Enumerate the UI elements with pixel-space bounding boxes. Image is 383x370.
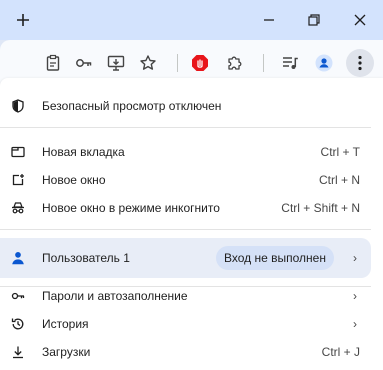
chevron-right-icon: ›: [353, 251, 357, 265]
minimize-icon: [264, 19, 274, 21]
install-app-icon: [107, 55, 125, 71]
chrome-main-menu: Безопасный просмотр отключен Новая вклад…: [0, 78, 383, 370]
menu-item-shortcut: Ctrl + J: [321, 345, 360, 359]
menu-divider: [0, 229, 371, 230]
extensions-puzzle-icon: [228, 56, 242, 70]
menu-item-label: История: [42, 317, 89, 331]
profile-avatar-icon: [315, 54, 333, 72]
toolbar-divider: [263, 54, 264, 72]
bookmark-button[interactable]: [134, 49, 162, 77]
install-app-button[interactable]: [102, 49, 130, 77]
menu-divider: [0, 127, 371, 128]
plus-icon: [17, 14, 29, 26]
menu-item-shortcut: Ctrl + T: [320, 145, 360, 159]
restore-button[interactable]: [296, 4, 332, 36]
menu-item-label: Новое окно в режиме инкогнито: [42, 201, 220, 215]
shield-icon: [10, 98, 26, 114]
media-queue-icon: [283, 57, 298, 69]
menu-item-new-tab[interactable]: Новая вкладка Ctrl + T: [0, 138, 371, 166]
menu-item-label: Пароли и автозаполнение: [42, 289, 188, 303]
menu-item-history[interactable]: История ›: [0, 310, 371, 338]
person-icon: [9, 249, 27, 267]
restore-icon: [308, 14, 320, 26]
media-queue-button[interactable]: [276, 49, 304, 77]
clipboard-icon: [46, 54, 60, 71]
bookmark-star-icon: [140, 55, 156, 70]
history-icon: [10, 316, 26, 332]
sign-in-status-badge[interactable]: Вход не выполнен: [216, 246, 334, 270]
chevron-right-icon: ›: [353, 289, 357, 303]
toolbar-divider: [177, 54, 178, 72]
new-tab-button[interactable]: [5, 4, 41, 36]
clipboard-button[interactable]: [39, 49, 67, 77]
minimize-button[interactable]: [251, 4, 287, 36]
adblock-extension-button[interactable]: [186, 49, 214, 77]
key-icon: [76, 59, 92, 67]
key-icon: [10, 288, 26, 304]
menu-item-downloads[interactable]: Загрузки Ctrl + J: [0, 338, 371, 366]
close-button[interactable]: [342, 4, 378, 36]
extensions-button[interactable]: [221, 49, 249, 77]
chrome-menu-button[interactable]: [346, 49, 374, 77]
adblock-extension-icon: [192, 55, 208, 71]
download-icon: [10, 344, 26, 360]
kebab-menu-icon: [358, 55, 362, 71]
title-bar: [0, 0, 383, 40]
incognito-icon: [10, 200, 26, 216]
new-tab-icon: [10, 144, 26, 160]
menu-item-label: Новое окно: [42, 173, 106, 187]
safe-browsing-status[interactable]: Безопасный просмотр отключен: [0, 92, 371, 120]
profile-name: Пользователь 1: [42, 251, 130, 265]
menu-item-profile[interactable]: Пользователь 1 Вход не выполнен ›: [0, 238, 371, 278]
menu-item-label: Новая вкладка: [42, 145, 125, 159]
menu-item-shortcut: Ctrl + N: [318, 173, 360, 187]
menu-item-passwords[interactable]: Пароли и автозаполнение ›: [0, 282, 371, 310]
chevron-right-icon: ›: [353, 317, 357, 331]
passwords-button[interactable]: [70, 49, 98, 77]
menu-item-shortcut: Ctrl + Shift + N: [281, 201, 360, 215]
menu-item-label: Загрузки: [42, 345, 91, 359]
close-icon: [354, 14, 366, 26]
menu-item-incognito-window[interactable]: Новое окно в режиме инкогнито Ctrl + Shi…: [0, 194, 371, 222]
new-window-icon: [10, 172, 26, 188]
menu-item-new-window[interactable]: Новое окно Ctrl + N: [0, 166, 371, 194]
profile-button[interactable]: [310, 49, 338, 77]
safe-browsing-label: Безопасный просмотр отключен: [42, 99, 222, 113]
